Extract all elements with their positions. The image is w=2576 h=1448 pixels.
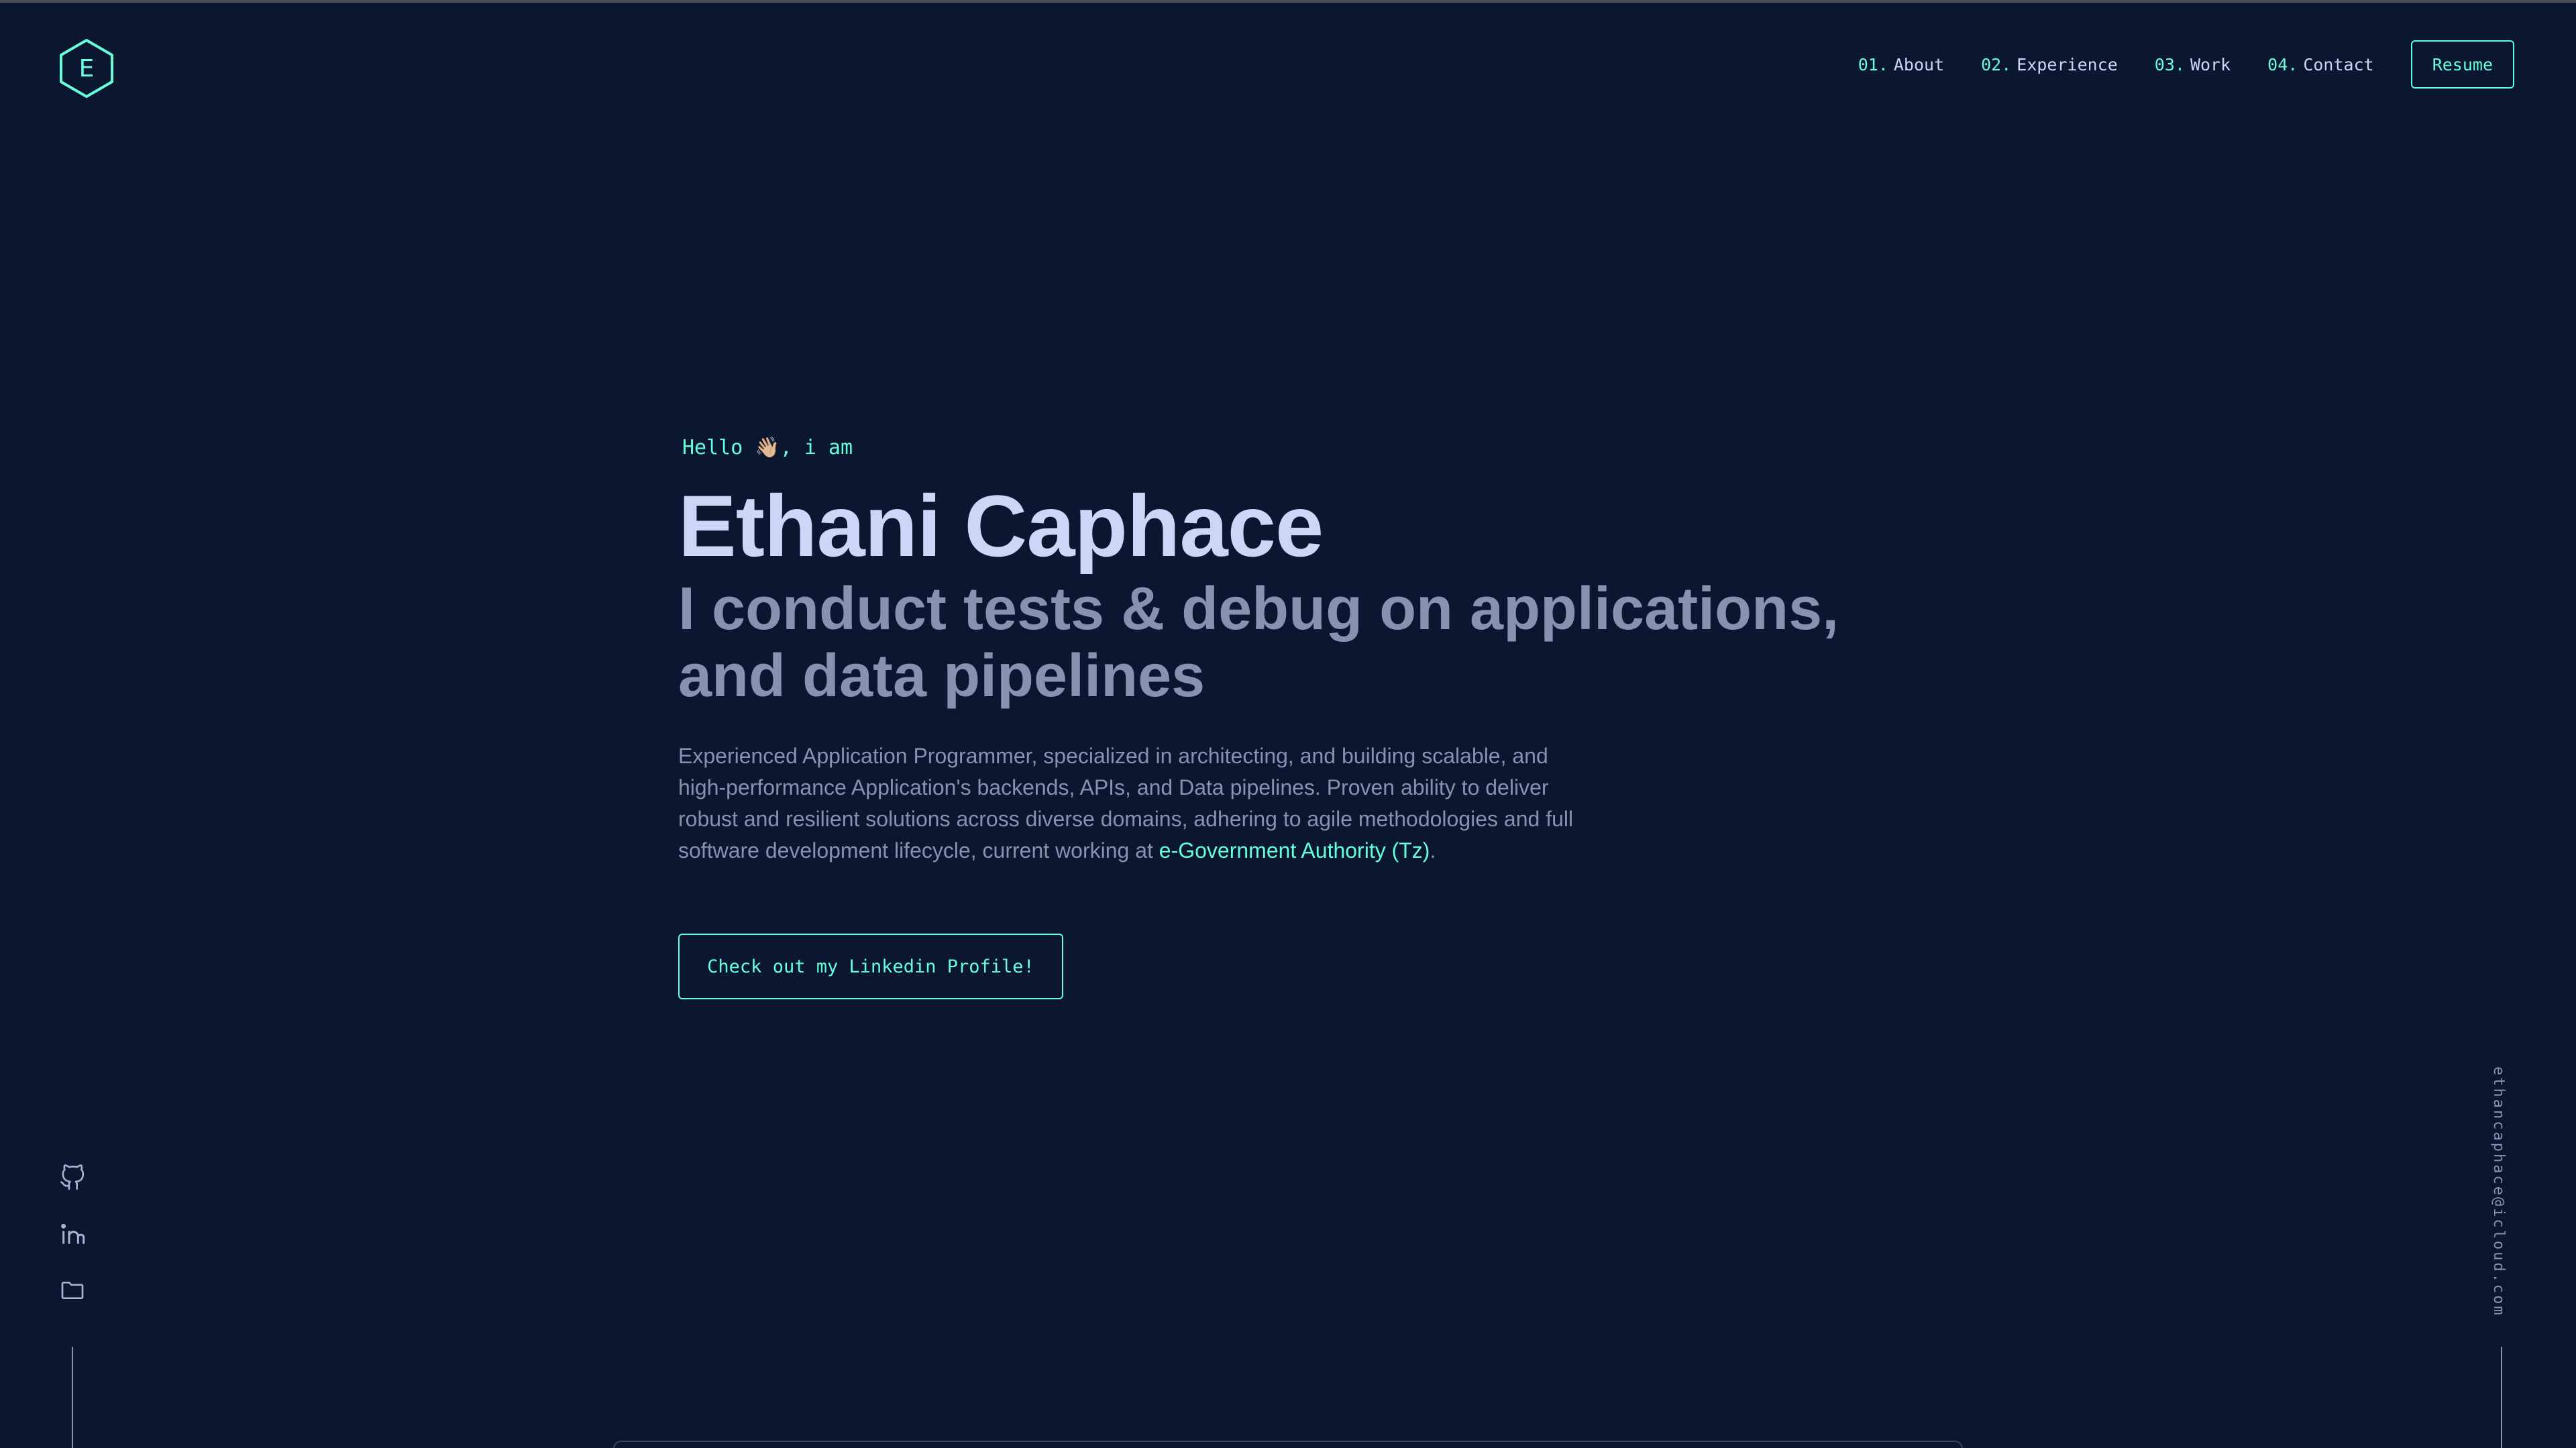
left-divider-line [72, 1347, 73, 1448]
nav-number: 04. [2267, 54, 2298, 74]
linkedin-profile-button[interactable]: Check out my Linkedin Profile! [678, 934, 1063, 999]
next-section-preview [613, 1441, 1963, 1448]
folder-icon[interactable] [59, 1277, 86, 1304]
nav-label: About [1893, 54, 1945, 74]
email-link[interactable]: ethancaphace@icloud.com [2490, 1066, 2507, 1317]
hero-name: Ethani Caphace [678, 477, 1324, 575]
employer-link[interactable]: e-Government Authority (Tz) [1159, 838, 1430, 862]
nav-link-contact[interactable]: 04. Contact [2267, 55, 2374, 74]
greeting: Hello 👋🏼, i am [682, 436, 853, 459]
nav-link-about[interactable]: 01. About [1858, 55, 1944, 74]
top-nav: 01. About 02. Experience 03. Work 04. Co… [1821, 40, 2514, 89]
logo[interactable]: E [58, 38, 115, 99]
github-icon[interactable] [59, 1164, 86, 1191]
email-sidebar: ethancaphace@icloud.com [2490, 1066, 2517, 1317]
nav-number: 02. [1981, 54, 2012, 74]
nav-number: 01. [1858, 54, 1888, 74]
hero-tagline: I conduct tests & debug on applications,… [678, 575, 1839, 710]
bio-end: . [1430, 838, 1436, 862]
top-border [0, 0, 2576, 3]
nav-number: 03. [2154, 54, 2185, 74]
nav-label: Work [2190, 54, 2231, 74]
nav-label: Experience [2017, 54, 2118, 74]
hero-bio: Experienced Application Programmer, spec… [678, 740, 1591, 867]
nav-label: Contact [2303, 54, 2374, 74]
linkedin-icon[interactable] [59, 1221, 86, 1247]
nav-link-work[interactable]: 03. Work [2155, 55, 2231, 74]
right-divider-line [2501, 1347, 2502, 1448]
resume-button[interactable]: Resume [2410, 40, 2514, 89]
hero-section: Hello 👋🏼, i am Ethani Caphace I conduct … [678, 423, 1953, 999]
logo-letter: E [78, 54, 95, 82]
bio-text: Experienced Application Programmer, spec… [678, 744, 1574, 862]
social-links [59, 1164, 86, 1333]
nav-link-experience[interactable]: 02. Experience [1981, 55, 2118, 74]
